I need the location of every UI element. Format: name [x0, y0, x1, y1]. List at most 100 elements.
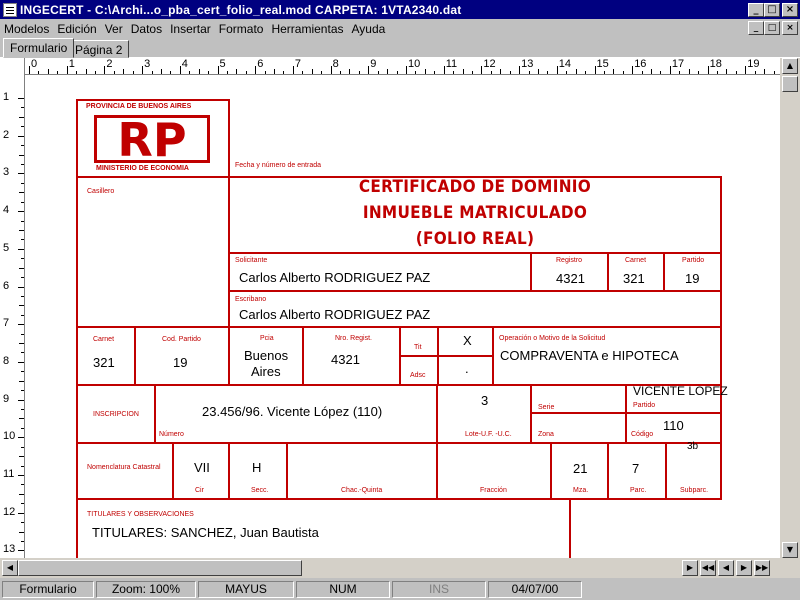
h-ruler-number: 7 [294, 58, 302, 70]
tab-formulario[interactable]: Formulario [3, 38, 75, 58]
menu-ver[interactable]: Ver [101, 22, 127, 36]
cir-label: Cir [195, 487, 204, 494]
h-ruler-tick [368, 66, 370, 74]
cod-partido-field[interactable]: 19 [173, 355, 187, 370]
lote-field[interactable]: 3 [481, 393, 488, 408]
page-next-button[interactable]: ▶ [736, 560, 752, 576]
v-ruler-tick [18, 512, 24, 514]
mza-field[interactable]: 21 [573, 461, 587, 476]
partido-top-field[interactable]: 19 [685, 271, 699, 286]
codigo-field[interactable]: 110 [663, 418, 684, 433]
logo-letters: RP [117, 115, 186, 163]
v-ruler-number: 5 [3, 241, 10, 254]
carnet-field[interactable]: 321 [93, 355, 115, 370]
v-ruler-number: 12 [3, 505, 16, 518]
h-ruler-tick [94, 71, 96, 74]
parc-label: Parc. [630, 487, 647, 494]
h-ruler-tick [575, 69, 577, 74]
v-ruler-tick [21, 522, 24, 524]
menu-ayuda[interactable]: Ayuda [348, 22, 390, 36]
operacion-field[interactable]: COMPRAVENTA e HIPOTECA [500, 348, 679, 363]
pcia-field-line1[interactable]: Buenos [244, 348, 288, 363]
h-ruler-tick [594, 66, 596, 74]
nomenclatura-label: Nomenclatura Catastral [87, 464, 161, 471]
menu-datos[interactable]: Datos [127, 22, 166, 36]
menu-edicion[interactable]: Edición [53, 22, 100, 36]
v-ruler-tick [19, 192, 24, 194]
h-ruler-number: 8 [332, 58, 339, 70]
h-ruler-tick [321, 71, 323, 74]
h-ruler-tick [764, 69, 766, 74]
numero-field[interactable]: 23.456/96. Vicente López (110) [202, 404, 382, 419]
v-ruler-tick [18, 324, 24, 326]
tab-pagina-2[interactable]: Página 2 [68, 40, 130, 58]
v-ruler-tick [18, 437, 24, 439]
h-ruler-tick [264, 71, 266, 74]
status-bar: Formulario Zoom: 100% MAYUS NUM INS 04/0… [0, 578, 800, 600]
h-ruler-tick [85, 69, 87, 74]
v-ruler-tick [18, 475, 24, 476]
secc-field[interactable]: H [252, 460, 261, 475]
menu-formato[interactable]: Formato [215, 22, 268, 36]
certificate-form: PROVINCIA DE BUENOS AIRES RP MINISTERIO … [25, 75, 780, 558]
vertical-scroll-thumb[interactable] [782, 76, 798, 92]
doc-minimize-button[interactable]: _ [748, 21, 764, 35]
subparc-field[interactable]: 3b [687, 441, 698, 452]
minimize-button[interactable]: _ [748, 2, 764, 17]
cir-field[interactable]: VII [194, 460, 210, 475]
doc-restore-button[interactable]: □ [764, 21, 780, 35]
v-ruler-tick [18, 286, 24, 288]
h-ruler-tick [509, 71, 511, 74]
v-ruler-tick [21, 182, 24, 184]
page-prev-button[interactable]: ◀ [718, 560, 734, 576]
v-ruler-tick [21, 333, 24, 335]
document-canvas[interactable]: PROVINCIA DE BUENOS AIRES RP MINISTERIO … [25, 75, 780, 558]
registro-field[interactable]: 4321 [556, 271, 585, 286]
scroll-left-button[interactable]: ◀ [2, 560, 18, 576]
tit-label: Tit [414, 344, 422, 351]
partido-field[interactable]: VICENTE LOPEZ [633, 384, 728, 398]
h-ruler-number: 5 [219, 58, 226, 70]
vertical-scrollbar[interactable]: ▲ ▼ [780, 58, 800, 558]
h-ruler-tick [396, 71, 398, 74]
v-ruler-tick [21, 540, 24, 542]
nro-regist-field[interactable]: 4321 [331, 352, 360, 367]
app-icon[interactable] [3, 2, 17, 17]
tit-field[interactable]: X [463, 333, 472, 348]
h-ruler-tick [679, 71, 681, 74]
menu-insertar[interactable]: Insertar [166, 22, 215, 36]
h-ruler-tick [349, 69, 351, 74]
parc-field[interactable]: 7 [632, 461, 639, 476]
scroll-right-button[interactable]: ▶ [682, 560, 698, 576]
page-first-button[interactable]: ◀◀ [700, 560, 716, 576]
h-ruler-tick [688, 69, 690, 74]
maximize-button[interactable]: □ [764, 2, 780, 17]
casillero-label: Casillero [87, 188, 115, 195]
v-ruler-tick [18, 550, 24, 552]
page-last-button[interactable]: ▶▶ [754, 560, 770, 576]
v-ruler-tick [21, 220, 24, 222]
pcia-field-line2[interactable]: Aires [251, 364, 281, 379]
horizontal-scroll-thumb[interactable] [18, 560, 302, 576]
menu-modelos[interactable]: Modelos [0, 22, 53, 36]
v-ruler-tick [21, 145, 24, 147]
h-ruler-number: 12 [483, 58, 496, 70]
titulares-field[interactable]: TITULARES: SANCHEZ, Juan Bautista [92, 525, 319, 540]
h-ruler-tick [38, 71, 40, 74]
escribano-field[interactable]: Carlos Alberto RODRIGUEZ PAZ [239, 307, 430, 322]
horizontal-scrollbar[interactable]: ◀ ▶ ◀◀ ◀ ▶ ▶▶ [0, 558, 800, 578]
v-ruler-number: 3 [3, 166, 10, 179]
menu-herramientas[interactable]: Herramientas [267, 22, 347, 36]
scroll-down-button[interactable]: ▼ [782, 542, 798, 558]
close-button[interactable]: × [782, 2, 798, 17]
adsc-field[interactable]: . [465, 361, 469, 376]
v-ruler-tick [21, 126, 24, 128]
v-ruler-tick [18, 248, 24, 250]
carnet-top-field[interactable]: 321 [623, 271, 645, 286]
doc-close-button[interactable]: × [782, 21, 798, 35]
title-bar: INGECERT - C:\Archi...o_pba_cert_folio_r… [0, 0, 800, 19]
solicitante-field[interactable]: Carlos Alberto RODRIGUEZ PAZ [239, 270, 430, 285]
status-zoom: Zoom: 100% [96, 580, 196, 598]
scroll-up-button[interactable]: ▲ [782, 58, 798, 74]
v-ruler-tick [21, 409, 24, 411]
